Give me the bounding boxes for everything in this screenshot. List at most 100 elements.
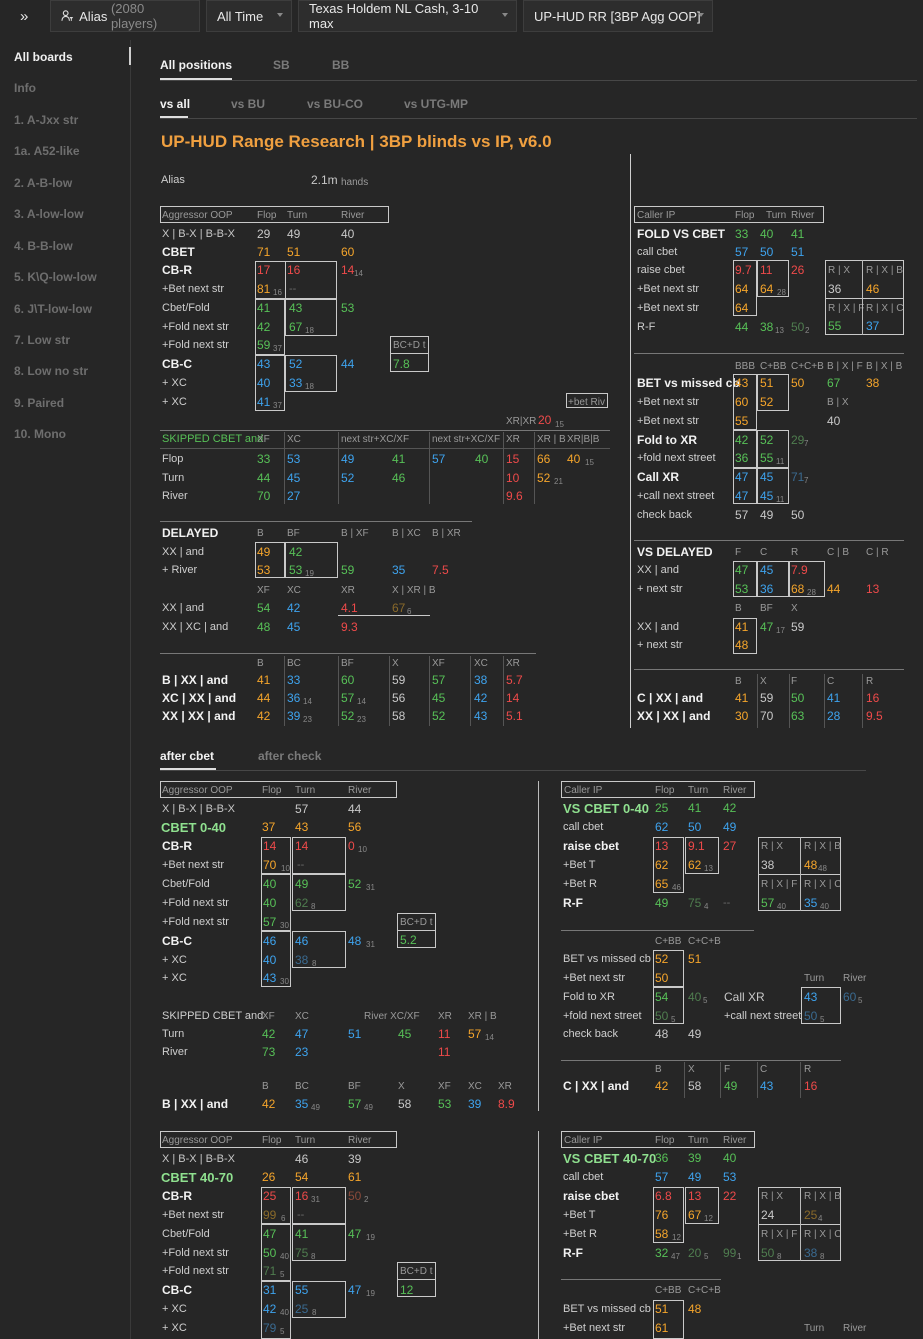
cell: 14	[303, 697, 312, 706]
cell: 51	[688, 952, 702, 966]
row-divider	[825, 298, 904, 299]
cell: 39	[348, 1152, 362, 1166]
cell: +Bet next str	[637, 302, 700, 314]
cell: 57	[735, 245, 749, 259]
cell: XF	[262, 1011, 275, 1022]
cell: B | X	[827, 397, 849, 408]
highlight-box	[685, 837, 719, 874]
cell: B | XF	[341, 528, 369, 539]
cell: B	[257, 658, 264, 669]
cell: 29	[791, 433, 805, 447]
cell: 58	[392, 709, 406, 723]
cell: 41	[257, 673, 271, 687]
cell: 56	[348, 820, 362, 834]
cell: + XC	[162, 396, 187, 408]
cell: 23	[303, 715, 312, 724]
cell: 54	[295, 1170, 309, 1184]
cell: 58	[398, 1097, 412, 1111]
highlight-box	[285, 261, 337, 299]
cell: +Fold next str	[162, 916, 229, 928]
cell: 2	[364, 1195, 369, 1204]
cell: +Bet next str	[637, 283, 700, 295]
cell: SKIPPED CBET and	[162, 433, 264, 445]
cell: Cbet/Fold	[162, 1228, 210, 1240]
cell: XR | B	[468, 1011, 497, 1022]
cell: 44	[257, 691, 271, 705]
cell: 50	[791, 508, 805, 522]
cell: River	[162, 490, 188, 502]
highlight-box	[733, 430, 757, 468]
cell: 52	[348, 877, 362, 891]
highlight-box	[292, 874, 346, 911]
tab-after-cbet[interactable]: after cbet	[160, 749, 214, 763]
cell: +Bet next str	[637, 415, 700, 427]
cell: XC	[468, 1081, 482, 1092]
highlight-box	[561, 781, 755, 798]
cell: call cbet	[637, 246, 678, 258]
highlight-box	[757, 260, 789, 297]
cell: 59	[392, 673, 406, 687]
cell: XR	[506, 434, 520, 445]
cell: 70	[760, 709, 774, 723]
cell: 5	[703, 996, 708, 1005]
tab-after-check[interactable]: after check	[258, 749, 321, 763]
cell: X | B-X | B-B-X	[162, 228, 235, 240]
cell: 50	[688, 820, 702, 834]
highlight-box	[285, 542, 338, 578]
cell: +Bet R	[563, 878, 597, 890]
cell: 57	[295, 802, 309, 816]
highlight-box	[733, 260, 757, 316]
highlight-box	[292, 1281, 346, 1318]
cell: 42	[257, 709, 271, 723]
row-divider	[338, 615, 430, 616]
column-divider	[534, 432, 535, 504]
cell: Cbet/Fold	[162, 878, 210, 890]
cell: BF	[760, 603, 773, 614]
cell: 54	[257, 601, 271, 615]
cell: 9.3	[341, 620, 358, 634]
highlight-box	[653, 987, 684, 1024]
highlight-box	[733, 561, 757, 597]
highlight-box	[789, 561, 825, 597]
cell: 57	[432, 452, 446, 466]
cell: raise cbet	[563, 839, 620, 853]
cell: CBET 40-70	[161, 1170, 234, 1185]
cell: F	[791, 676, 798, 687]
column-divider	[800, 1062, 801, 1098]
cell: 53	[438, 1097, 452, 1111]
cell: 60	[341, 245, 355, 259]
alias-hands: 2.1m	[311, 173, 338, 187]
cell: 57	[655, 1170, 669, 1184]
cell: BF	[287, 528, 300, 539]
cell: 43	[760, 1079, 774, 1093]
cell: 46	[295, 1152, 309, 1166]
cell: +Bet next str	[563, 1322, 626, 1334]
cell: 22	[723, 1189, 737, 1203]
cell: Call XR	[637, 470, 680, 484]
cell: 70	[257, 489, 271, 503]
cell: 28	[827, 709, 841, 723]
highlight-box	[685, 1187, 719, 1224]
cell: +Bet next str	[162, 1209, 225, 1221]
cell: 44	[348, 802, 362, 816]
highlight-box	[390, 336, 429, 372]
cell: XR	[498, 1081, 512, 1092]
cell: CB-C	[162, 1283, 192, 1297]
highlight-box	[653, 837, 684, 893]
cell: SKIPPED CBET and	[162, 1010, 264, 1022]
cell: 10	[506, 471, 520, 485]
cell: BC	[295, 1081, 309, 1092]
cell: C | B	[827, 547, 850, 558]
cell: + XC	[162, 377, 187, 389]
cell: 40	[723, 1151, 737, 1165]
cell: 59	[760, 691, 774, 705]
cell: next str+XC/XF	[341, 434, 410, 445]
cell: 1	[737, 1252, 742, 1261]
cell: 25	[655, 801, 669, 815]
cell: 45	[432, 691, 446, 705]
highlight-box	[733, 468, 757, 504]
cell: Fold to XR	[637, 433, 697, 447]
cell: 32	[655, 1246, 669, 1260]
alias-row-label: Alias	[161, 174, 185, 186]
cell: 57	[468, 1027, 482, 1041]
